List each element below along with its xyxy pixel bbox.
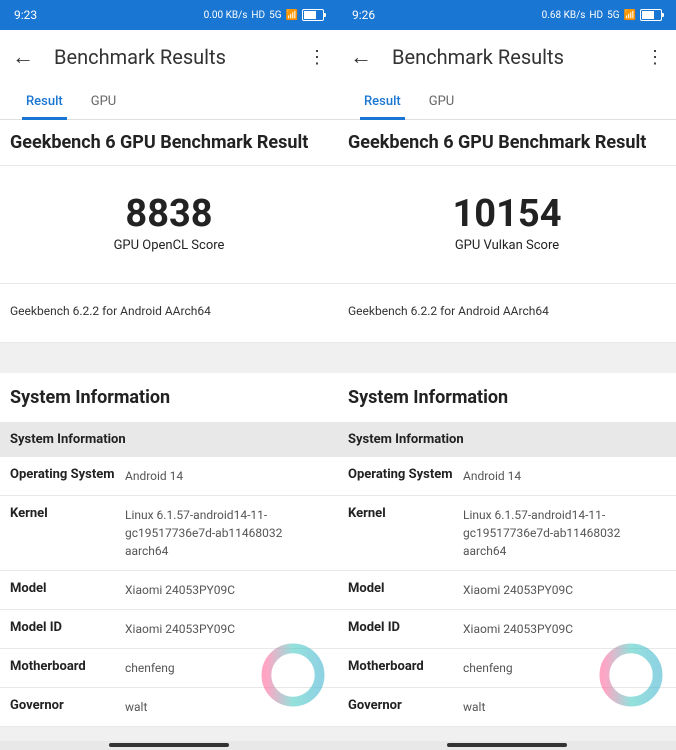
status-time: 9:23 [14,8,37,22]
label-modelid: Model ID [348,620,463,638]
app-bar: ← Benchmark Results ⋮ [0,30,338,84]
score-label: GPU Vulkan Score [348,238,666,253]
value-modelid: Xiaomi 24053PY09C [125,620,328,638]
score-section: 10154 GPU Vulkan Score [338,165,676,284]
value-model: Xiaomi 24053PY09C [463,581,666,599]
status-bar: 9:26 0.68 KB/s HD 5G 📶 [338,0,676,30]
section-title-sysinfo: System Information [0,373,338,422]
page-title: Geekbench 6 GPU Benchmark Result [0,120,338,165]
label-governor: Governor [348,698,463,716]
version-text: Geekbench 6.2.2 for Android AArch64 [338,284,676,343]
label-motherboard: Motherboard [10,659,125,677]
score-value: 8838 [10,192,328,236]
row-os: Operating System Android 14 [338,457,676,496]
label-model: Model [348,581,463,599]
status-right: 0.00 KB/s HD 5G 📶 [204,9,324,21]
tab-result[interactable]: Result [350,84,415,119]
tabs: Result GPU [338,84,676,120]
spacer [338,343,676,373]
value-modelid: Xiaomi 24053PY09C [463,620,666,638]
score-value: 10154 [348,192,666,236]
spacer [338,727,676,741]
hd-icon: HD [589,10,603,21]
row-kernel: Kernel Linux 6.1.57-android14-11-gc19517… [0,496,338,571]
watermark-icon [258,640,328,710]
nav-bar[interactable] [109,743,229,747]
more-icon[interactable]: ⋮ [646,47,664,68]
page-title: Geekbench 6 GPU Benchmark Result [338,120,676,165]
row-kernel: Kernel Linux 6.1.57-android14-11-gc19517… [338,496,676,571]
screen-right: 9:26 0.68 KB/s HD 5G 📶 ← Benchmark Resul… [338,0,676,750]
app-title: Benchmark Results [392,45,626,69]
app-title: Benchmark Results [54,45,288,69]
spacer [0,343,338,373]
watermark-icon [596,640,666,710]
tab-result[interactable]: Result [12,84,77,119]
row-model: Model Xiaomi 24053PY09C [0,571,338,610]
version-text: Geekbench 6.2.2 for Android AArch64 [0,284,338,343]
tab-gpu[interactable]: GPU [77,84,131,119]
value-kernel: Linux 6.1.57-android14-11-gc19517736e7d-… [463,506,666,560]
nav-bar[interactable] [447,743,567,747]
app-bar: ← Benchmark Results ⋮ [338,30,676,84]
tabs: Result GPU [0,84,338,120]
battery-icon [302,9,324,21]
battery-icon [640,9,662,21]
more-icon[interactable]: ⋮ [308,47,326,68]
subsection-sysinfo: System Information [338,422,676,457]
spacer [0,727,338,741]
hd-icon: HD [251,10,265,21]
value-os: Android 14 [463,467,666,485]
row-os: Operating System Android 14 [0,457,338,496]
screen-left: 9:23 0.00 KB/s HD 5G 📶 ← Benchmark Resul… [0,0,338,750]
label-kernel: Kernel [348,506,463,560]
label-governor: Governor [10,698,125,716]
tab-gpu[interactable]: GPU [415,84,469,119]
subsection-sysinfo: System Information [0,422,338,457]
status-data: 0.00 KB/s [204,10,248,21]
back-icon[interactable]: ← [12,44,34,70]
row-model: Model Xiaomi 24053PY09C [338,571,676,610]
section-title-sysinfo: System Information [338,373,676,422]
value-os: Android 14 [125,467,328,485]
status-bar: 9:23 0.00 KB/s HD 5G 📶 [0,0,338,30]
label-model: Model [10,581,125,599]
label-motherboard: Motherboard [348,659,463,677]
label-os: Operating System [348,467,463,485]
status-time: 9:26 [352,8,375,22]
status-right: 0.68 KB/s HD 5G 📶 [542,9,662,21]
label-kernel: Kernel [10,506,125,560]
back-icon[interactable]: ← [350,44,372,70]
value-kernel: Linux 6.1.57-android14-11-gc19517736e7d-… [125,506,328,560]
status-net: 5G [607,10,619,21]
label-modelid: Model ID [10,620,125,638]
score-section: 8838 GPU OpenCL Score [0,165,338,284]
label-os: Operating System [10,467,125,485]
value-model: Xiaomi 24053PY09C [125,581,328,599]
status-net: 5G [269,10,281,21]
signal-icon: 📶 [624,10,636,21]
status-data: 0.68 KB/s [542,10,586,21]
signal-icon: 📶 [286,10,298,21]
score-label: GPU OpenCL Score [10,238,328,253]
